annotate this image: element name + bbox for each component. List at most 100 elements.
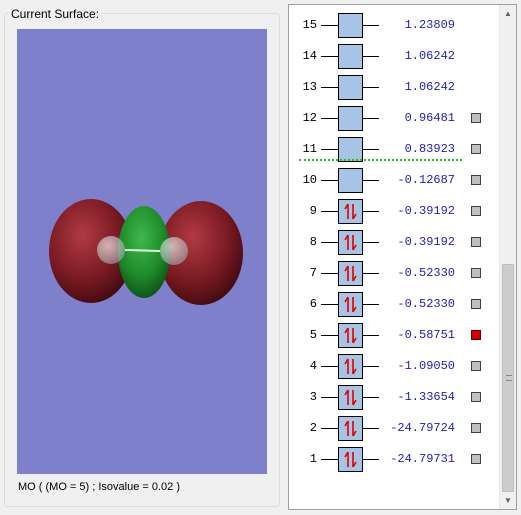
mo-number: 14 [302,49,317,63]
mo-row[interactable]: 4 -1.09050 [289,352,499,382]
level-line-right [363,397,379,398]
level-line-left [321,118,338,119]
virtual-orbital-box[interactable] [338,13,363,38]
mo-row[interactable]: 1 -24.79731 [289,445,499,475]
occupied-orbital-box[interactable] [338,230,363,255]
level-line-right [363,211,379,212]
mo-diagram-panel[interactable]: 15 1.23809 14 1.06242 13 1.06242 12 0.96481 11 0.… [288,4,517,510]
level-line-left [321,335,338,336]
electron-pair-icon [344,389,357,406]
mo-row[interactable]: 9 -0.39192 [289,197,499,227]
level-line-left [321,397,338,398]
mo-number: 8 [309,235,317,249]
electron-pair-icon [344,327,357,344]
occupied-orbital-box[interactable] [338,323,363,348]
orbital-checkbox[interactable] [471,268,481,278]
orbital-checkbox[interactable] [471,206,481,216]
occupied-orbital-box[interactable] [338,261,363,286]
orbital-checkbox[interactable] [471,175,481,185]
mo-number: 11 [302,142,317,156]
virtual-orbital-box[interactable] [338,75,363,100]
occupied-orbital-box[interactable] [338,292,363,317]
virtual-orbital-box[interactable] [338,44,363,69]
orbital-checkbox[interactable] [471,392,481,402]
occupied-orbital-box[interactable] [338,385,363,410]
mo-row[interactable]: 8 -0.39192 [289,228,499,258]
orbital-energy: -24.79731 [390,452,455,466]
level-line-left [321,211,338,212]
occupied-orbital-box[interactable] [338,199,363,224]
mo-number: 3 [309,390,317,404]
orbital-energy: 0.96481 [404,111,455,125]
level-line-left [321,273,338,274]
scrollbar-thumb[interactable] [502,264,514,492]
level-line-right [363,149,379,150]
mo-number: 15 [302,18,317,32]
level-line-left [321,459,338,460]
orbital-checkbox[interactable] [471,361,481,371]
mo-row[interactable]: 7 -0.52330 [289,259,499,289]
mo-row[interactable]: 15 1.23809 [289,11,499,41]
level-line-right [363,25,379,26]
mo-row[interactable]: 5 -0.58751 [289,321,499,351]
orbital-energy: -0.39192 [397,204,455,218]
mo-number: 6 [309,297,317,311]
mo-number: 5 [309,328,317,342]
orbital-energy: -0.52330 [397,266,455,280]
virtual-orbital-box[interactable] [338,106,363,131]
vertical-scrollbar[interactable]: ▲ ▼ [499,5,516,509]
level-line-right [363,87,379,88]
level-line-left [321,304,338,305]
mo-row[interactable]: 14 1.06242 [289,42,499,72]
current-surface-title: Current Surface: [8,6,103,22]
level-line-left [321,366,338,367]
orbital-checkbox[interactable] [471,113,481,123]
level-line-left [321,180,338,181]
mo-row[interactable]: 12 0.96481 [289,104,499,134]
electron-pair-icon [344,265,357,282]
electron-pair-icon [344,358,357,375]
level-line-left [321,149,338,150]
occupied-orbital-box[interactable] [338,447,363,472]
level-line-right [363,304,379,305]
atom-left [97,236,125,264]
orbital-checkbox-selected[interactable] [471,330,481,340]
level-line-right [363,118,379,119]
orbital-energy: -0.39192 [397,235,455,249]
mo-row[interactable]: 2 -24.79724 [289,414,499,444]
mo-number: 9 [309,204,317,218]
atom-right [160,237,188,265]
level-line-right [363,428,379,429]
mo-row[interactable]: 3 -1.33654 [289,383,499,413]
scroll-down-arrow-icon[interactable]: ▼ [500,492,516,509]
occupied-orbital-box[interactable] [338,354,363,379]
surface-caption: MO ( (MO = 5) ; Isovalue = 0.02 ) [18,481,180,493]
orbital-checkbox[interactable] [471,454,481,464]
level-line-right [363,56,379,57]
mo-number: 1 [309,452,317,466]
electron-pair-icon [344,234,357,251]
bond [124,249,161,252]
mo-row[interactable]: 13 1.06242 [289,73,499,103]
orbital-energy: 1.23809 [404,18,455,32]
orbital-energy: -0.58751 [397,328,455,342]
level-line-right [363,273,379,274]
orbital-checkbox[interactable] [471,299,481,309]
level-line-left [321,87,338,88]
mo-row[interactable]: 6 -0.52330 [289,290,499,320]
virtual-orbital-box[interactable] [338,168,363,193]
surface-viewport[interactable] [17,29,267,474]
orbital-energy: -0.52330 [397,297,455,311]
orbital-energy: 1.06242 [404,80,455,94]
level-line-right [363,335,379,336]
occupied-orbital-box[interactable] [338,416,363,441]
level-line-left [321,56,338,57]
orbital-energy: -0.12687 [397,173,455,187]
orbital-checkbox[interactable] [471,237,481,247]
orbital-checkbox[interactable] [471,144,481,154]
level-line-left [321,25,338,26]
scroll-up-arrow-icon[interactable]: ▲ [500,5,516,22]
mo-row[interactable]: 10 -0.12687 [289,166,499,196]
molecular-orbital-render [49,199,243,305]
orbital-checkbox[interactable] [471,423,481,433]
